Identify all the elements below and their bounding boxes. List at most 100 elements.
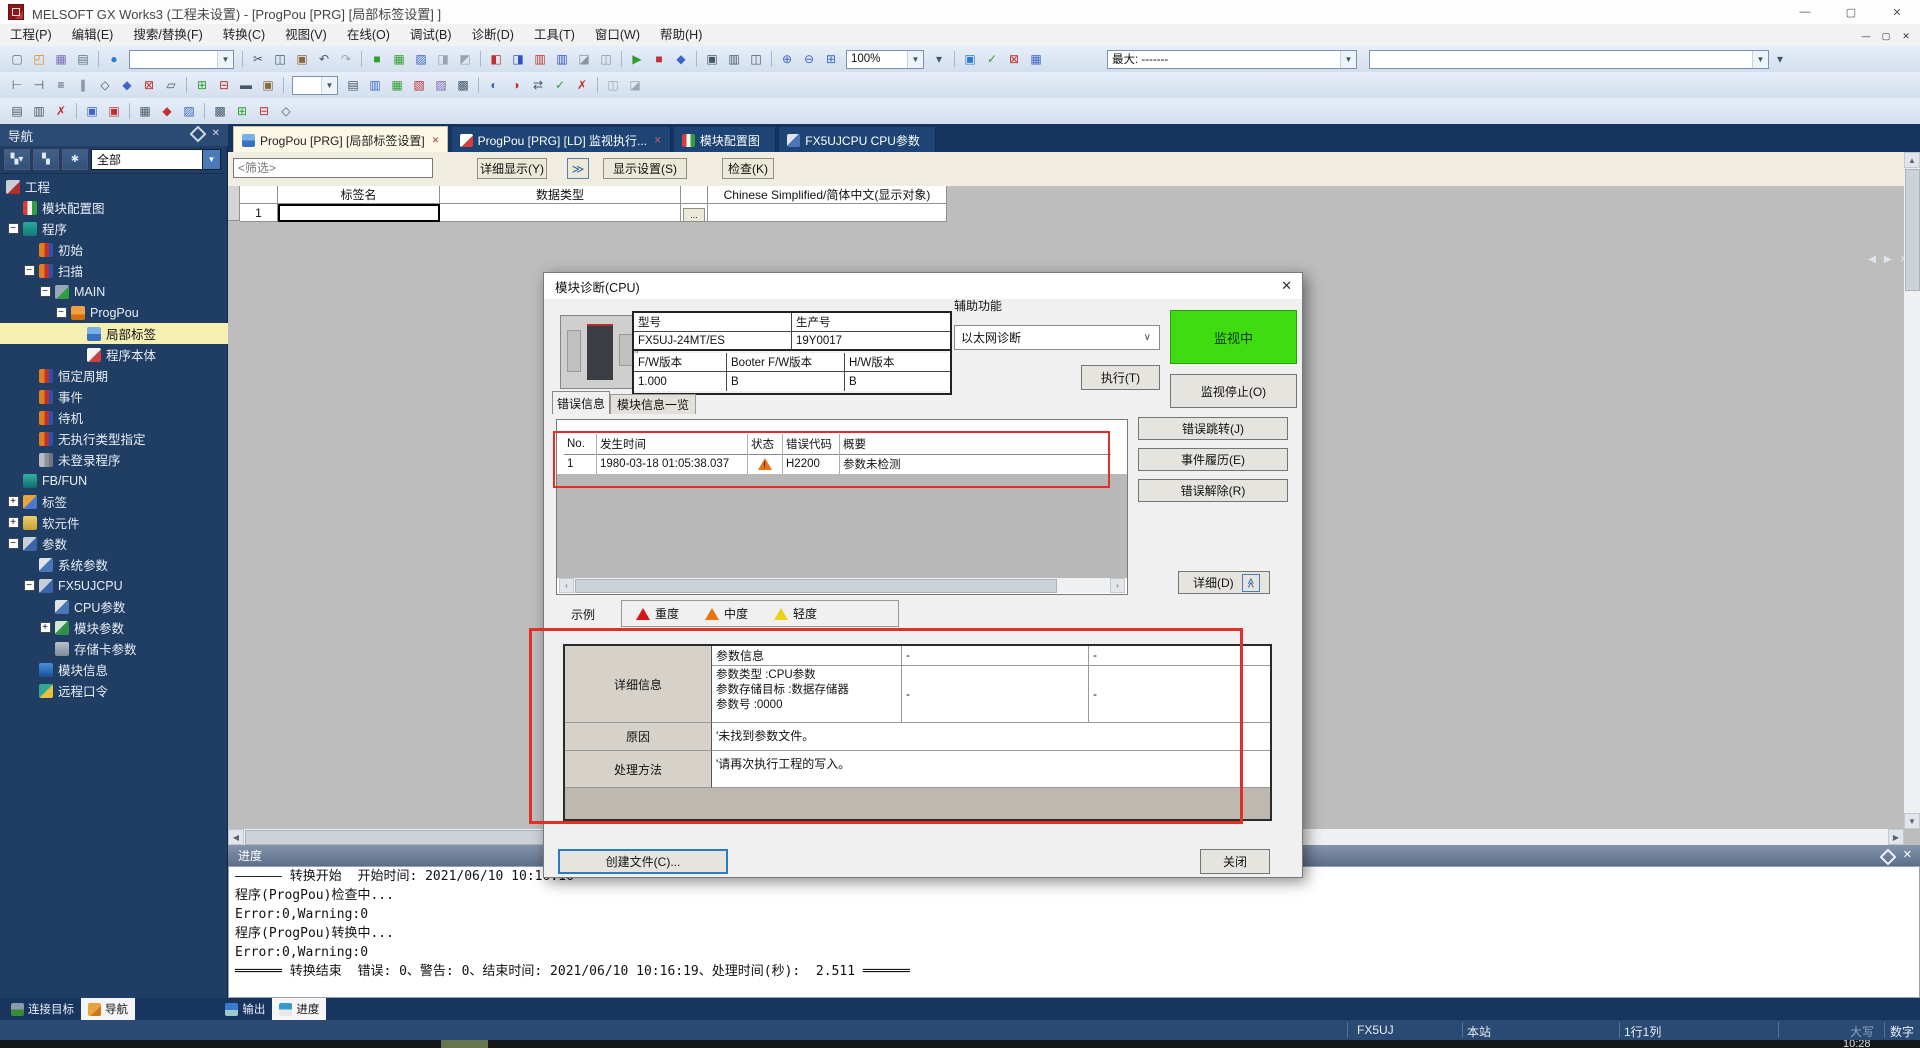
menu-item[interactable]: 在线(O) — [337, 24, 400, 46]
toolbar-icon[interactable]: ▦ — [387, 76, 407, 94]
check-button[interactable]: 检查(K) — [722, 158, 774, 179]
tab-error-info[interactable]: 错误信息 — [552, 391, 610, 414]
menu-item[interactable]: 转换(C) — [213, 24, 275, 46]
gear-icon[interactable]: ✱ — [62, 149, 88, 170]
scroll-down-icon[interactable]: ▼ — [1904, 813, 1920, 829]
menu-item[interactable]: 编辑(E) — [62, 24, 124, 46]
toolbar-icon[interactable] — [98, 51, 99, 67]
tree-item[interactable]: CPU参数 — [0, 596, 228, 617]
document-tab[interactable]: 模块配置图 — [674, 127, 776, 153]
display-settings-button[interactable]: 显示设置(S) — [603, 158, 687, 179]
toolbar-icon[interactable]: ⊠ — [1004, 50, 1024, 68]
document-tab[interactable]: ProgPou [PRG] [LD] 监视执行... ✕ — [452, 127, 671, 153]
tree-expander-icon[interactable] — [22, 432, 36, 446]
minimize-button[interactable]: — — [1782, 0, 1828, 24]
toolbar-icon[interactable]: ▥ — [724, 50, 744, 68]
tab-close-icon[interactable]: ✕ — [432, 135, 440, 146]
toolbar-icon[interactable]: ▣ — [960, 50, 980, 68]
tree-expander-icon[interactable] — [22, 684, 36, 698]
scroll-right-icon[interactable]: ▶ — [1888, 829, 1904, 845]
grid-cell-data-type[interactable] — [440, 204, 681, 222]
scrollbar-thumb[interactable] — [575, 579, 1057, 593]
dock-tab[interactable]: 导航 — [81, 998, 135, 1020]
toolbar-icon[interactable] — [129, 103, 130, 119]
tree-item[interactable]: 恒定周期 — [0, 365, 228, 386]
toolbar-icon[interactable]: ⊖ — [799, 50, 819, 68]
tree-expander-icon[interactable] — [70, 348, 84, 362]
toolbar-icon[interactable]: ⊣ — [29, 76, 49, 94]
toolbar-icon[interactable] — [76, 103, 77, 119]
toolbar-icon[interactable]: ▱ — [161, 76, 181, 94]
toolbar-icon[interactable]: ◫ — [746, 50, 766, 68]
toolbar-icon[interactable] — [242, 51, 243, 67]
toolbar-icon[interactable]: ◫ — [596, 50, 616, 68]
tree-item[interactable]: 局部标签 — [0, 323, 228, 344]
toolbar-icon[interactable]: ✗ — [51, 102, 71, 120]
scroll-left-icon[interactable]: ‹ — [559, 578, 574, 593]
dock-tab[interactable]: 进度 — [272, 998, 326, 1020]
toolbar-icon[interactable]: ↶ — [314, 50, 334, 68]
scrollbar-thumb[interactable] — [1905, 169, 1920, 291]
tree-collapse-button[interactable]: ▚▾ — [4, 149, 30, 170]
toolbar-icon[interactable]: ⊞ — [232, 102, 252, 120]
tree-item[interactable]: 远程口令 — [0, 680, 228, 701]
menu-item[interactable]: 搜索/替换(F) — [123, 24, 212, 46]
toolbar-icon[interactable]: ■ — [367, 50, 387, 68]
detail-toggle-button[interactable]: 详细(D) ≫ — [1178, 571, 1270, 594]
toolbar-icon[interactable] — [696, 51, 697, 67]
tree-item[interactable]: 工程 — [0, 176, 228, 197]
toolbar-icon[interactable]: ▤ — [343, 76, 363, 94]
tree-item[interactable]: 系统参数 — [0, 554, 228, 575]
toolbar-icon[interactable]: ◆ — [117, 76, 137, 94]
tree-item[interactable]: 扫描 — [0, 260, 228, 281]
tree-item[interactable]: 软元件 — [0, 512, 228, 533]
menu-item[interactable]: 工程(P) — [0, 24, 62, 46]
monitoring-state-button[interactable]: 监视中 — [1170, 310, 1297, 364]
toolbar-icon[interactable]: ■ — [649, 50, 669, 68]
tree-expander-icon[interactable] — [22, 411, 36, 425]
toolbar-icon[interactable]: ▤ — [7, 102, 27, 120]
toolbar-icon[interactable]: ⊟ — [214, 76, 234, 94]
toolbar-icon[interactable]: ▨ — [179, 102, 199, 120]
tree-item[interactable]: 待机 — [0, 407, 228, 428]
tree-item[interactable]: 存储卡参数 — [0, 638, 228, 659]
pin-icon[interactable] — [190, 126, 207, 143]
tree-expander-icon[interactable] — [6, 495, 20, 509]
ellipsis-button[interactable]: ... — [683, 208, 705, 222]
grid-cell-comment[interactable] — [708, 204, 947, 222]
tree-item[interactable]: 初始 — [0, 239, 228, 260]
close-icon[interactable]: ✕ — [1281, 278, 1292, 294]
toolbar-icon[interactable] — [186, 77, 187, 93]
toolbar-icon[interactable]: ▥ — [29, 102, 49, 120]
toolbar-icon[interactable]: ◫ — [603, 76, 623, 94]
detail-display-button[interactable]: 详细显示(Y) — [477, 158, 547, 179]
toolbar-icon[interactable]: ● — [104, 50, 124, 68]
toolbar-icon[interactable] — [621, 51, 622, 67]
document-tab[interactable]: FX5UJCPU CPU参数 — [779, 127, 936, 153]
aux-function-select[interactable]: 以太网诊断 ∨ — [954, 325, 1160, 350]
toolbar-icon[interactable]: ◑ — [506, 76, 526, 94]
editor-vertical-scrollbar[interactable]: ▲ ▼ — [1904, 152, 1920, 829]
grid-selected-cell[interactable] — [278, 204, 440, 222]
monitor-stop-button[interactable]: 监视停止(O) — [1170, 374, 1297, 408]
tree-expander-icon[interactable] — [22, 243, 36, 257]
toolbar-icon[interactable] — [597, 77, 598, 93]
tree-expander-icon[interactable] — [6, 474, 20, 488]
toolbar-icon[interactable]: ≡ — [51, 76, 71, 94]
tree-expander-icon[interactable] — [38, 642, 52, 656]
tree-expander-icon[interactable] — [22, 369, 36, 383]
toolbar-icon[interactable]: ▣ — [292, 50, 312, 68]
toolbar-icon[interactable]: ⊕ — [777, 50, 797, 68]
dialog-title-bar[interactable]: 模块诊断(CPU) ✕ — [544, 273, 1302, 299]
create-file-button[interactable]: 创建文件(C)... — [558, 849, 728, 874]
tree-item[interactable]: 事件 — [0, 386, 228, 407]
toolbar-icon[interactable] — [480, 51, 481, 67]
tree-expander-icon[interactable] — [70, 327, 84, 341]
tree-item[interactable]: 标签 — [0, 491, 228, 512]
tree-item[interactable]: 程序 — [0, 218, 228, 239]
toolbar-icon[interactable]: ▨ — [431, 76, 451, 94]
tree-item[interactable]: ProgPou — [0, 302, 228, 323]
toolbar-icon[interactable]: ▤ — [73, 50, 93, 68]
tree-expander-icon[interactable] — [6, 537, 20, 551]
tree-expander-icon[interactable] — [38, 600, 52, 614]
